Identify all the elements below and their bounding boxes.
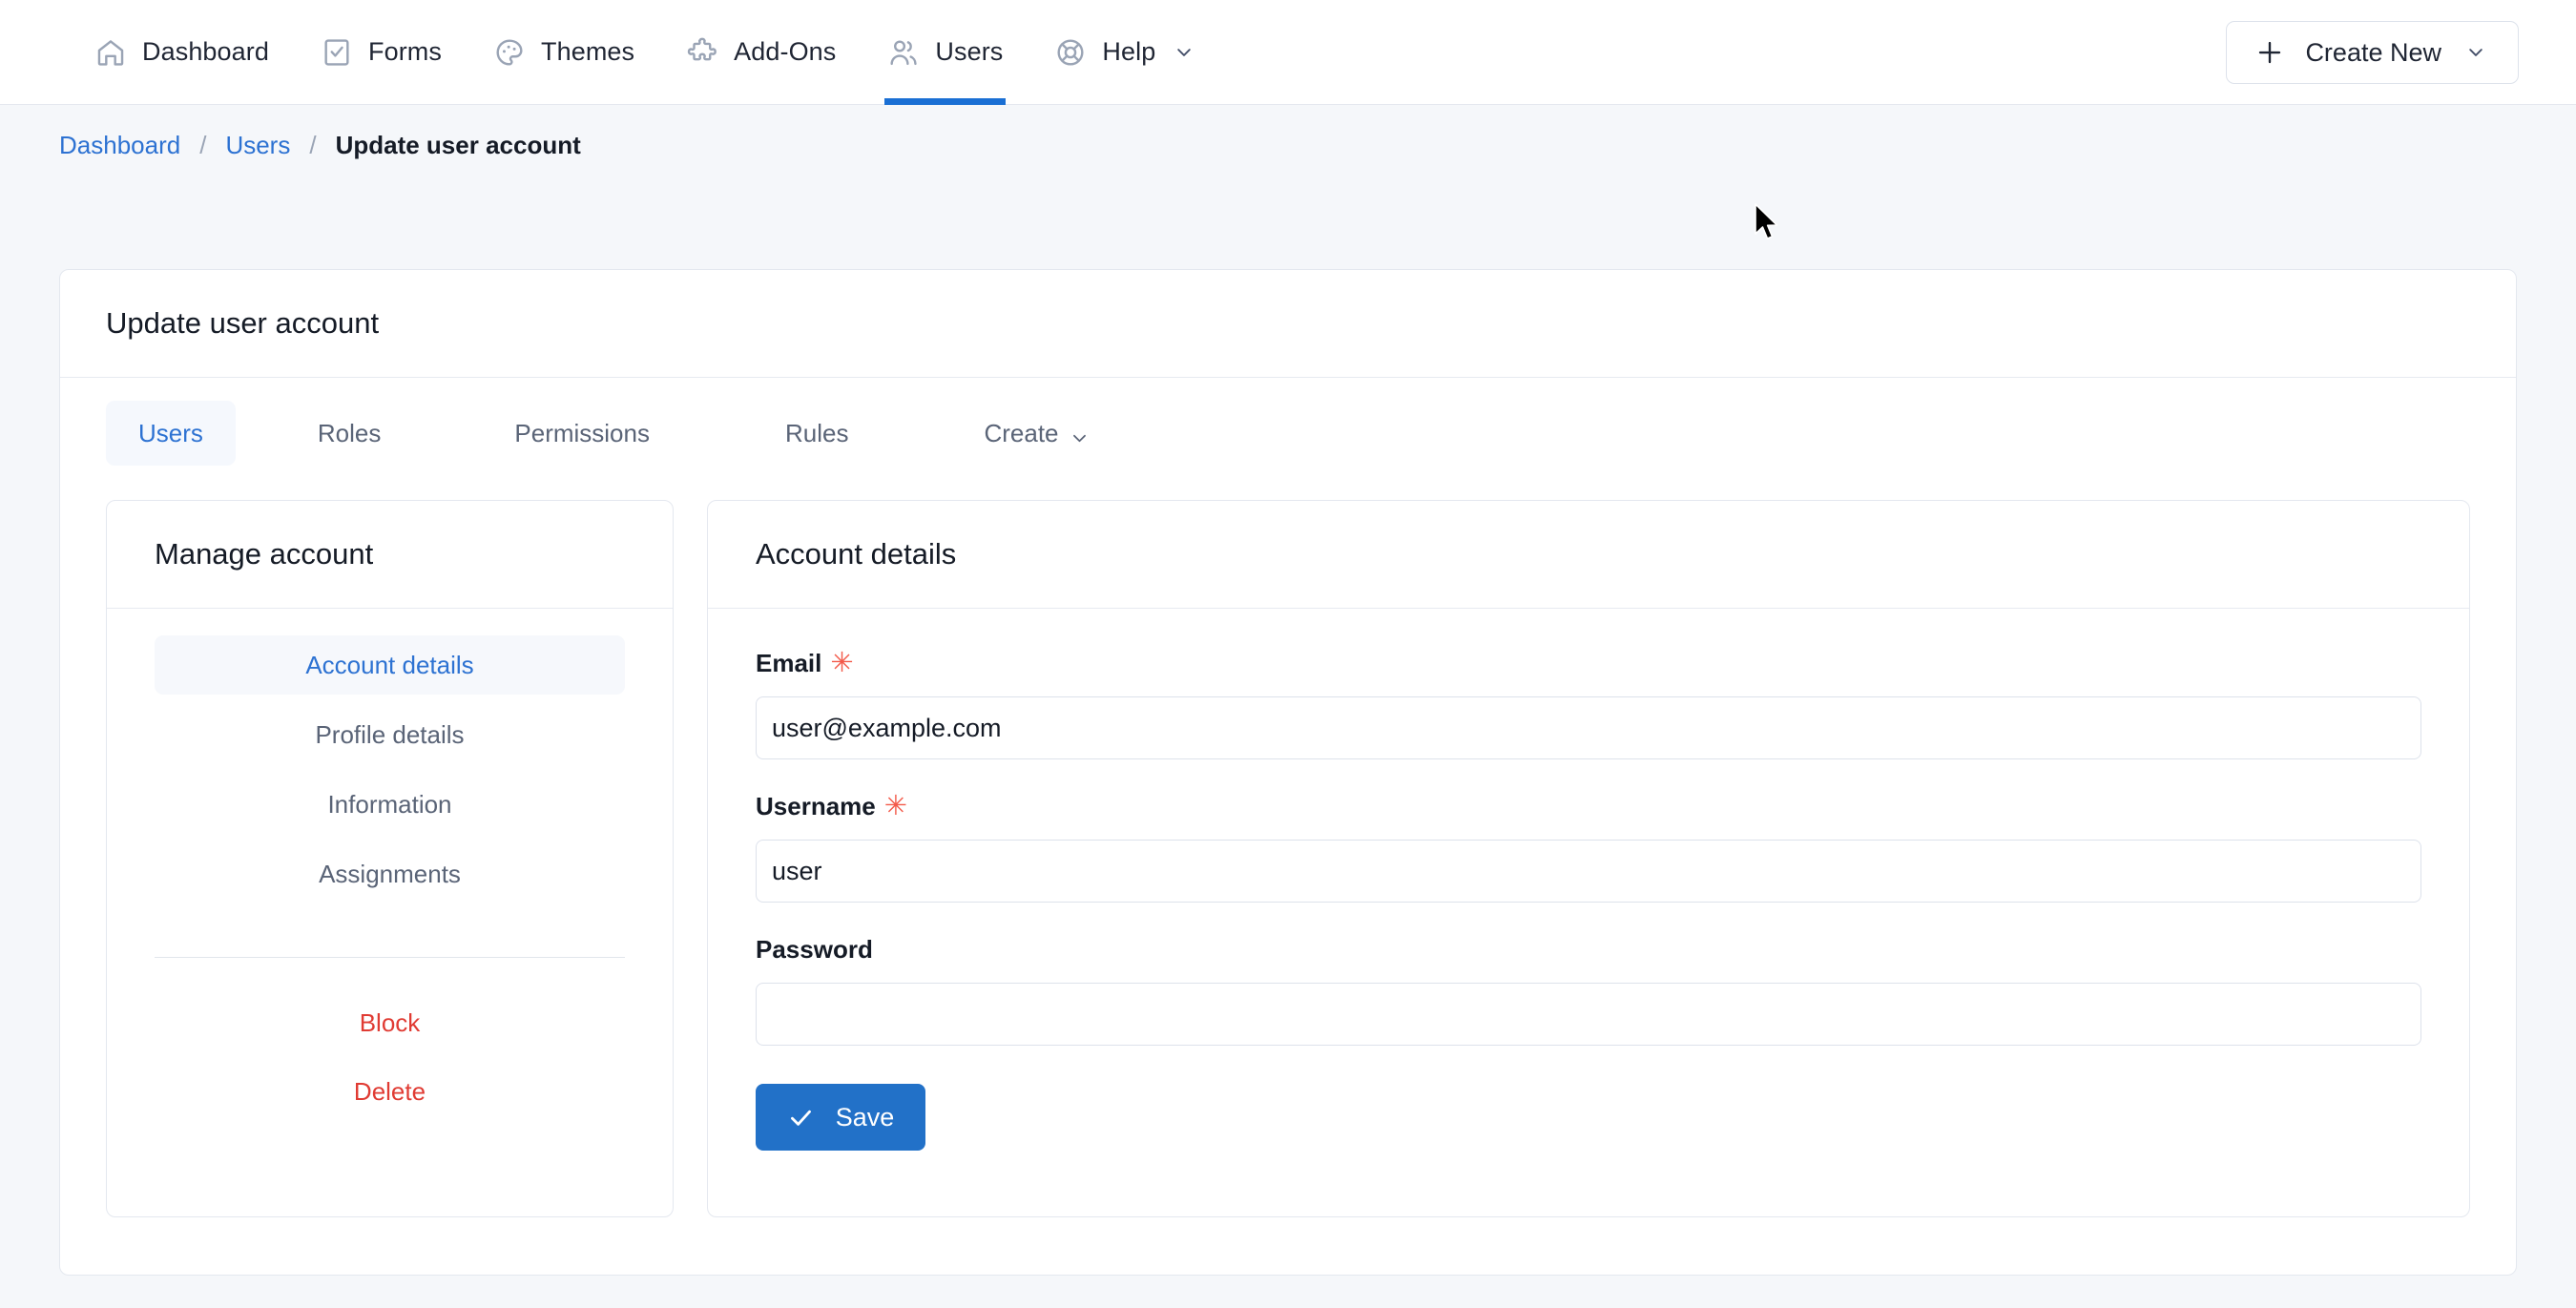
- create-new-button[interactable]: Create New: [2226, 21, 2519, 84]
- username-field-group: Username ✳: [756, 792, 2421, 903]
- manage-account-title: Manage account: [155, 537, 373, 571]
- nav-item-label: Help: [1102, 37, 1155, 67]
- tab-create[interactable]: Create: [951, 401, 1120, 466]
- card-header: Update user account: [60, 270, 2516, 378]
- chevron-down-icon: [1174, 43, 1194, 62]
- sidebar-item-label: Account details: [305, 651, 473, 680]
- puzzle-piece-icon: [686, 36, 718, 69]
- email-label: Email ✳: [756, 649, 2421, 678]
- update-user-account-card: Update user account Users Roles Permissi…: [59, 269, 2517, 1276]
- users-icon: [887, 36, 920, 69]
- chevron-down-icon: [1070, 425, 1089, 443]
- nav-item-label: Users: [935, 37, 1003, 67]
- tab-rules[interactable]: Rules: [753, 401, 881, 466]
- block-user-button[interactable]: Block: [155, 996, 625, 1049]
- username-input[interactable]: [756, 840, 2421, 903]
- account-details-header: Account details: [708, 501, 2469, 609]
- breadcrumb-item-dashboard[interactable]: Dashboard: [59, 131, 180, 160]
- account-details-form: Email ✳ Username ✳ Password: [708, 609, 2469, 1151]
- chevron-down-icon: [2466, 43, 2485, 62]
- danger-actions: Block Delete: [107, 958, 673, 1118]
- home-icon: [94, 36, 127, 69]
- tab-label: Users: [138, 419, 203, 448]
- tab-label: Create: [984, 419, 1058, 448]
- tab-roles[interactable]: Roles: [285, 401, 413, 466]
- save-label: Save: [836, 1103, 895, 1132]
- nav-item-users[interactable]: Users: [862, 0, 1028, 105]
- manage-account-header: Manage account: [107, 501, 673, 609]
- password-input[interactable]: [756, 983, 2421, 1046]
- sidebar-item-label: Assignments: [319, 860, 461, 889]
- mouse-cursor: [1754, 203, 1782, 243]
- tab-label: Roles: [318, 419, 381, 448]
- content-panels: Manage account Account details Profile d…: [60, 466, 2516, 1275]
- nav-item-forms[interactable]: Forms: [295, 0, 467, 105]
- tab-users[interactable]: Users: [106, 401, 236, 466]
- nav-item-addons[interactable]: Add-Ons: [660, 0, 862, 105]
- sidebar-item-account-details[interactable]: Account details: [155, 635, 625, 695]
- nav-item-help[interactable]: Help: [1028, 0, 1219, 105]
- breadcrumb-separator: /: [290, 131, 335, 160]
- block-label: Block: [360, 1008, 421, 1038]
- username-label: Username ✳: [756, 792, 2421, 821]
- email-label-text: Email: [756, 649, 821, 678]
- password-label: Password: [756, 935, 2421, 965]
- nav-item-themes[interactable]: Themes: [467, 0, 660, 105]
- breadcrumb: Dashboard / Users / Update user account: [0, 105, 2576, 185]
- account-details-panel: Account details Email ✳ Username ✳: [707, 500, 2470, 1217]
- email-field-group: Email ✳: [756, 649, 2421, 759]
- sidebar-item-profile-details[interactable]: Profile details: [155, 705, 625, 764]
- checkbox-square-icon: [321, 36, 353, 69]
- delete-label: Delete: [354, 1077, 426, 1107]
- lifebuoy-icon: [1054, 36, 1087, 69]
- create-new-label: Create New: [2305, 38, 2441, 68]
- tab-bar: Users Roles Permissions Rules Create: [60, 378, 2516, 466]
- tab-label: Permissions: [514, 419, 650, 448]
- sidebar-item-assignments[interactable]: Assignments: [155, 844, 625, 903]
- top-nav-items: Dashboard Forms Themes: [0, 0, 1219, 105]
- email-input[interactable]: [756, 696, 2421, 759]
- manage-account-nav: Account details Profile details Informat…: [107, 609, 673, 903]
- required-asterisk-icon: ✳: [830, 650, 853, 677]
- breadcrumb-current: Update user account: [336, 131, 581, 160]
- manage-account-panel: Manage account Account details Profile d…: [106, 500, 674, 1217]
- palette-icon: [493, 36, 526, 69]
- breadcrumb-separator: /: [180, 131, 225, 160]
- delete-user-button[interactable]: Delete: [155, 1065, 625, 1118]
- username-label-text: Username: [756, 792, 876, 821]
- nav-item-label: Dashboard: [142, 37, 269, 67]
- required-asterisk-icon: ✳: [884, 793, 907, 820]
- check-icon: [787, 1104, 815, 1132]
- nav-item-label: Forms: [368, 37, 442, 67]
- sidebar-item-label: Information: [327, 790, 451, 820]
- password-field-group: Password: [756, 935, 2421, 1046]
- tab-permissions[interactable]: Permissions: [482, 401, 682, 466]
- top-navigation-bar: Dashboard Forms Themes: [0, 0, 2576, 105]
- nav-item-label: Themes: [541, 37, 634, 67]
- sidebar-item-label: Profile details: [315, 720, 464, 750]
- page-title: Update user account: [106, 306, 379, 341]
- breadcrumb-item-users[interactable]: Users: [225, 131, 290, 160]
- save-button[interactable]: Save: [756, 1084, 925, 1151]
- tab-label: Rules: [785, 419, 848, 448]
- nav-item-label: Add-Ons: [734, 37, 836, 67]
- nav-item-dashboard[interactable]: Dashboard: [69, 0, 295, 105]
- sidebar-item-information[interactable]: Information: [155, 775, 625, 834]
- account-details-title: Account details: [756, 537, 956, 571]
- plus-icon: [2255, 38, 2284, 67]
- password-label-text: Password: [756, 935, 873, 965]
